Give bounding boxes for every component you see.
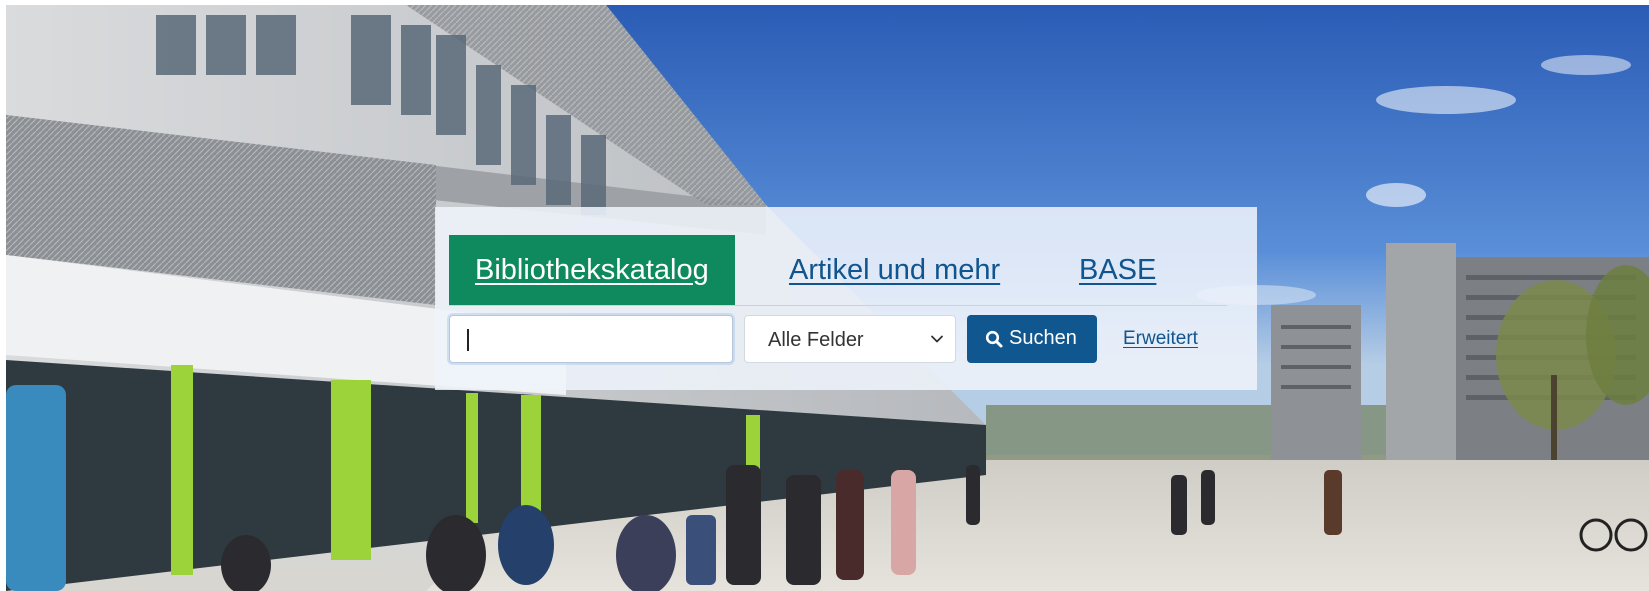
search-button[interactable]: Suchen bbox=[967, 315, 1097, 363]
search-input[interactable] bbox=[449, 315, 733, 363]
field-select[interactable]: Alle Felder bbox=[744, 315, 956, 363]
chevron-down-icon bbox=[931, 335, 943, 343]
search-row: Alle Felder Suchen Erweitert bbox=[449, 315, 1227, 365]
search-button-label: Suchen bbox=[1009, 327, 1077, 349]
field-select-value: Alle Felder bbox=[768, 329, 864, 351]
tab-artikel-und-mehr[interactable]: Artikel und mehr bbox=[789, 235, 1000, 305]
tab-base[interactable]: BASE bbox=[1079, 235, 1156, 305]
page: Bibliothekskatalog Artikel und mehr BASE… bbox=[0, 0, 1649, 591]
text-cursor bbox=[467, 329, 469, 351]
tab-bibliothekskatalog[interactable]: Bibliothekskatalog bbox=[449, 235, 735, 305]
advanced-search-link[interactable]: Erweitert bbox=[1123, 328, 1198, 350]
search-tabs: Bibliothekskatalog Artikel und mehr BASE bbox=[449, 235, 1227, 306]
search-panel: Bibliothekskatalog Artikel und mehr BASE… bbox=[435, 207, 1257, 390]
search-icon bbox=[985, 330, 1003, 348]
